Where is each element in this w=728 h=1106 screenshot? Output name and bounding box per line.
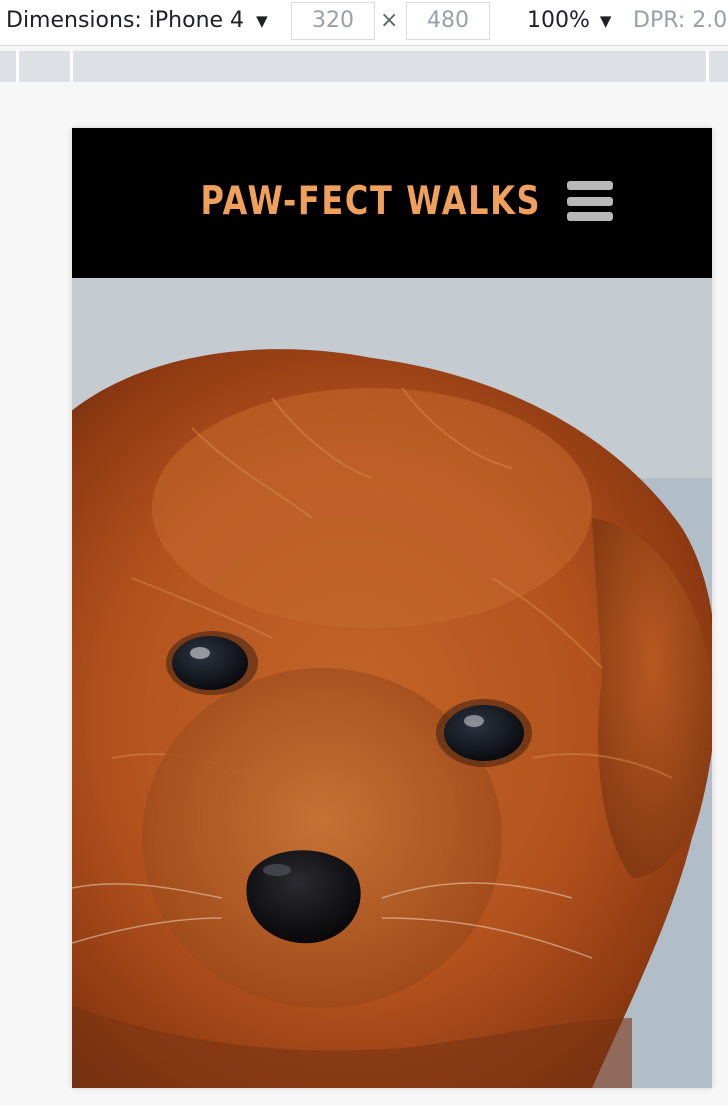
zoom-dropdown[interactable]: 100% ▼ [527,8,611,33]
media-query-marker[interactable] [16,51,20,82]
device-toolbar: Dimensions: iPhone 4 ▼ 320 × 480 100% ▼ … [0,0,728,46]
height-input[interactable]: 480 [406,2,490,40]
media-query-marker[interactable] [706,51,728,82]
times-symbol: × [380,8,399,33]
hero-image [72,278,712,1088]
puppy-eye-right [436,699,532,767]
dpr-label: DPR: 2.0 [633,8,728,33]
width-input[interactable]: 320 [291,2,375,40]
chevron-down-icon: ▼ [599,11,612,30]
device-viewport: PAW-FECT WALKS [72,128,712,1088]
site-header: PAW-FECT WALKS [72,128,712,278]
media-query-marker[interactable] [70,51,74,82]
hamburger-bar [567,212,613,221]
chevron-down-icon: ▼ [256,11,268,30]
dimensions-dropdown[interactable]: Dimensions: iPhone 4 ▼ [6,8,268,33]
hamburger-menu-icon[interactable] [567,181,613,221]
hamburger-bar [567,181,613,190]
zoom-label: 100% [527,8,590,33]
puppy-image [72,278,712,1088]
site-brand[interactable]: PAW-FECT WALKS [200,172,539,232]
media-query-ruler [0,51,728,82]
dimensions-label: Dimensions: iPhone 4 [6,8,245,33]
puppy-eye-left [166,631,258,695]
hamburger-bar [567,196,613,206]
